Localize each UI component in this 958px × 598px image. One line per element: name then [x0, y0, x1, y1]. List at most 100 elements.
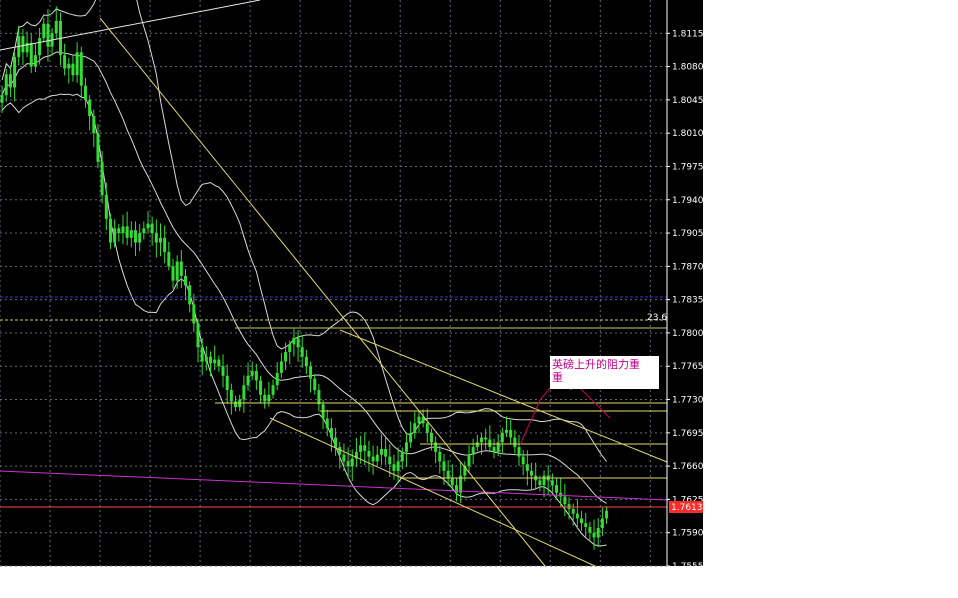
candle-body [379, 448, 383, 455]
candle-body [505, 429, 509, 433]
candle-body [288, 344, 292, 352]
candle-body [209, 356, 213, 364]
candle-body [192, 304, 196, 324]
candle-body [500, 432, 504, 443]
candle-body [121, 226, 125, 234]
candle-body [346, 461, 350, 467]
price-tick-label: 1.7660 [672, 462, 704, 472]
candle-body [146, 223, 150, 229]
candle-body [442, 461, 446, 471]
candle-body [154, 233, 158, 243]
price-tick-label: 1.7835 [672, 296, 704, 306]
price-tick-label: 1.7870 [672, 262, 704, 272]
candle-body [142, 228, 146, 234]
candle-body [204, 356, 208, 362]
candle-body [292, 337, 296, 345]
candle-body [329, 428, 333, 438]
candle-body [513, 437, 517, 448]
candle-body [384, 448, 388, 457]
candle-body [196, 323, 200, 348]
candle-body [542, 475, 546, 486]
candle-body [38, 38, 42, 56]
candle-body [429, 432, 433, 443]
candle-body [304, 356, 308, 367]
candle-body [54, 20, 58, 34]
candle-body [392, 464, 396, 471]
price-tick-label: 1.8010 [672, 129, 704, 139]
candle-body [521, 456, 525, 465]
candle-body [100, 161, 104, 196]
candle-body [88, 99, 92, 117]
candle-body [0, 95, 4, 103]
candle-body [413, 423, 417, 433]
candle-body [92, 116, 96, 134]
candle-body [213, 359, 217, 364]
price-chart[interactable]: 1.8115 1.8080 1.8045 1.8010 1.7975 1.7940 1.79… [0, 0, 958, 598]
candle-body [584, 523, 588, 527]
candle-body [271, 385, 275, 395]
candle-body [450, 477, 454, 486]
current-price-tag: 1.7613 [669, 501, 703, 513]
candle-body [234, 401, 238, 408]
candle-body [375, 454, 379, 462]
candle-body [267, 394, 271, 402]
fib-label: 23.6 [647, 313, 667, 323]
annotation-box[interactable]: 英磅上升的阻力重 重 [550, 356, 659, 389]
price-tick-label: 1.7695 [672, 429, 704, 439]
candle-body [425, 423, 429, 433]
price-tick-label: 1.7555 [672, 562, 704, 572]
candle-body [83, 85, 87, 100]
candle-body [575, 513, 579, 519]
candle-body [279, 361, 283, 373]
candle-body [530, 470, 534, 476]
candle-body [417, 416, 421, 424]
candle-body [179, 261, 183, 276]
candle-body [229, 390, 233, 402]
price-tick-label: 1.7765 [672, 362, 704, 372]
candle-body [550, 480, 554, 486]
candle-body [517, 447, 521, 457]
candle-body [13, 57, 17, 88]
candle-body [396, 461, 400, 471]
price-tick-label: 1.7940 [672, 196, 704, 206]
candle-body [225, 375, 229, 391]
candle-body [67, 63, 71, 69]
candle-body [217, 359, 221, 367]
annotation-text-line2: 重 [552, 370, 563, 384]
candle-body [475, 442, 479, 448]
candle-body [200, 347, 204, 362]
candle-body [555, 485, 559, 493]
price-tick-label: 1.7905 [672, 229, 704, 239]
candle-body [367, 450, 371, 457]
candle-body [113, 228, 117, 243]
candle-body [167, 252, 171, 267]
candle-body [309, 366, 313, 379]
candle-body [388, 456, 392, 465]
candle-body [559, 492, 563, 497]
candle-body [488, 439, 492, 448]
candle-body [158, 237, 162, 243]
candle-body [4, 74, 8, 96]
candle-body [538, 480, 542, 486]
candle-body [605, 510, 609, 519]
candle-body [438, 451, 442, 462]
candle-body [33, 55, 37, 67]
candle-body [296, 337, 300, 348]
candle-body [275, 372, 279, 386]
candle-body [334, 437, 338, 448]
candle-body [600, 518, 604, 528]
candle-body [42, 23, 46, 39]
candle-body [409, 432, 413, 443]
candle-body [596, 527, 600, 538]
candle-body [133, 230, 137, 243]
candle-body [313, 378, 317, 391]
candle-body [250, 370, 254, 376]
candle-body [454, 485, 458, 493]
candle-body [221, 366, 225, 376]
candle-body [175, 261, 179, 281]
candle-body [467, 454, 471, 467]
price-tick-label: 1.8115 [672, 29, 704, 39]
candle-body [588, 526, 592, 533]
price-tick-label: 1.7800 [672, 329, 704, 339]
candle-body [284, 351, 288, 362]
